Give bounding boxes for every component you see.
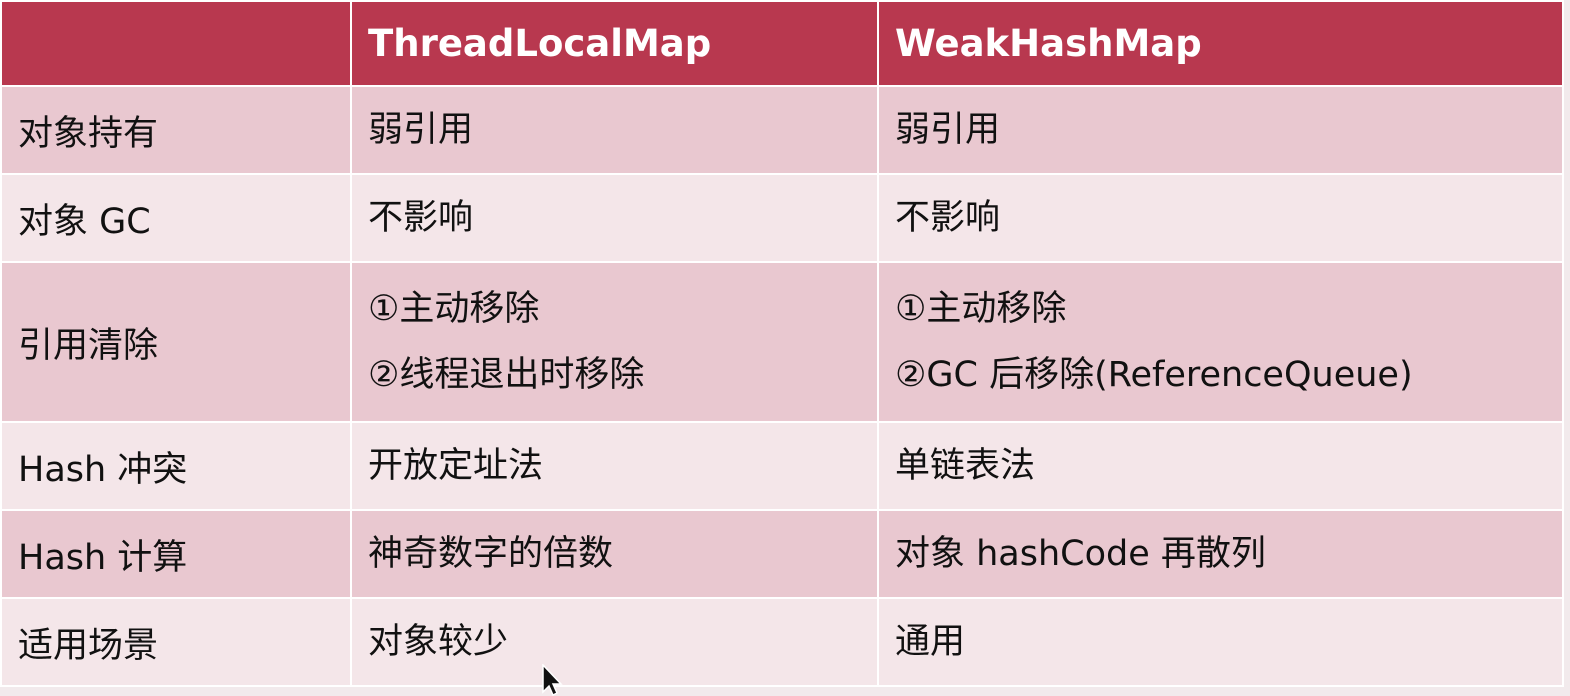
cell-line: ①主动移除: [895, 289, 1067, 329]
cell-weakhashmap: 单链表法: [877, 421, 1564, 511]
cell-line: 不影响: [895, 198, 1001, 238]
table-row: 适用场景 对象较少 通用: [0, 597, 1564, 687]
cell-threadlocalmap: 弱引用: [350, 85, 879, 175]
cell-line: ①主动移除: [368, 289, 540, 329]
row-label: Hash 计算: [0, 509, 352, 599]
cell-line: 单链表法: [895, 446, 1036, 486]
table-row: Hash 计算 神奇数字的倍数 对象 hashCode 再散列: [0, 509, 1564, 599]
header-row: ThreadLocalMap WeakHashMap: [0, 0, 1564, 87]
cell-line: ②线程退出时移除: [368, 355, 645, 395]
cell-threadlocalmap: 不影响: [350, 173, 879, 263]
header-empty-cell: [0, 0, 352, 87]
cell-weakhashmap: 通用: [877, 597, 1564, 687]
cell-weakhashmap: ①主动移除 ②GC 后移除(ReferenceQueue): [877, 261, 1564, 423]
header-threadlocalmap: ThreadLocalMap: [350, 0, 879, 87]
comparison-table: ThreadLocalMap WeakHashMap 对象持有 弱引用 弱引用 …: [0, 0, 1564, 687]
table-row: 对象 GC 不影响 不影响: [0, 173, 1564, 263]
row-label: 引用清除: [0, 261, 352, 423]
row-label: 对象 GC: [0, 173, 352, 263]
cell-threadlocalmap: 对象较少: [350, 597, 879, 687]
cell-line: 对象较少: [368, 622, 509, 662]
table-row: Hash 冲突 开放定址法 单链表法: [0, 421, 1564, 511]
mouse-pointer-icon: [542, 664, 563, 696]
cell-threadlocalmap: 开放定址法: [350, 421, 879, 511]
slide: ThreadLocalMap WeakHashMap 对象持有 弱引用 弱引用 …: [0, 0, 1570, 696]
row-label: 对象持有: [0, 85, 352, 175]
table-row: 对象持有 弱引用 弱引用: [0, 85, 1564, 175]
header-weakhashmap: WeakHashMap: [877, 0, 1564, 87]
cell-line: ②GC 后移除(ReferenceQueue): [895, 355, 1413, 395]
cell-weakhashmap: 对象 hashCode 再散列: [877, 509, 1564, 599]
cell-weakhashmap: 弱引用: [877, 85, 1564, 175]
cell-line: 弱引用: [368, 110, 474, 150]
cell-threadlocalmap: 神奇数字的倍数: [350, 509, 879, 599]
cell-weakhashmap: 不影响: [877, 173, 1564, 263]
cell-threadlocalmap: ①主动移除 ②线程退出时移除: [350, 261, 879, 423]
row-label: Hash 冲突: [0, 421, 352, 511]
cell-line: 对象 hashCode 再散列: [895, 534, 1266, 574]
table-row: 引用清除 ①主动移除 ②线程退出时移除 ①主动移除 ②GC 后移除(Refere…: [0, 261, 1564, 423]
cell-line: 开放定址法: [368, 446, 544, 486]
cell-line: 不影响: [368, 198, 474, 238]
row-label: 适用场景: [0, 597, 352, 687]
cell-line: 神奇数字的倍数: [368, 534, 614, 574]
cell-line: 弱引用: [895, 110, 1001, 150]
cell-line: 通用: [895, 622, 966, 662]
